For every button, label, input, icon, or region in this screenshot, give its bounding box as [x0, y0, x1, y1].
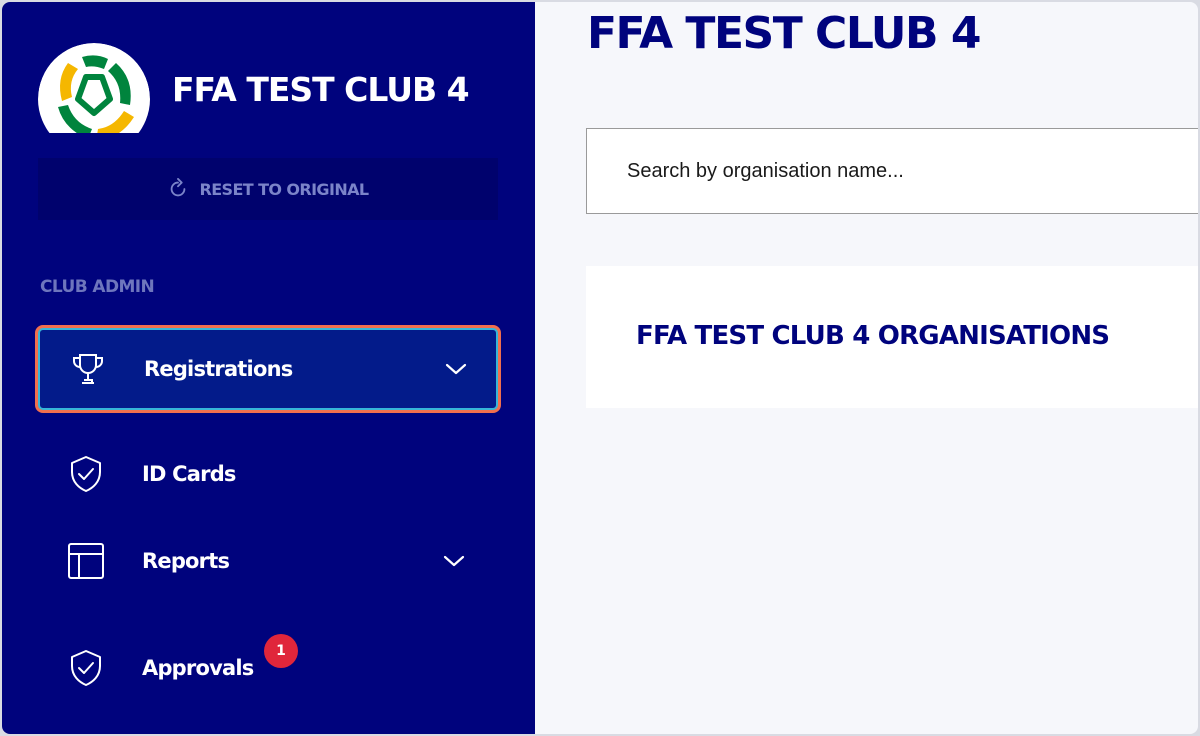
sidebar: FFA TEST CLUB 4 RESET TO ORIGINAL CLUB A… [2, 2, 535, 734]
club-name: FFA TEST CLUB 4 [172, 70, 470, 109]
chevron-down-icon[interactable] [442, 355, 470, 383]
main-content: FFA TEST CLUB 4 FFA TEST CLUB 4 ORGANISA… [535, 2, 1198, 734]
refresh-icon [171, 178, 186, 197]
trophy-icon [72, 354, 104, 384]
reset-label: RESET TO ORIGINAL [199, 179, 369, 199]
table-layout-icon [68, 543, 104, 579]
sidebar-item-label: Registrations [144, 357, 293, 381]
sidebar-item-registrations[interactable]: Registrations [38, 328, 498, 410]
shield-check-icon [71, 650, 101, 686]
app-window: FFA TEST CLUB 4 RESET TO ORIGINAL CLUB A… [2, 2, 1198, 734]
club-logo [38, 43, 150, 133]
chevron-down-icon[interactable] [440, 547, 468, 575]
sidebar-item-reports[interactable]: Reports [38, 520, 498, 602]
organisations-card-title: FFA TEST CLUB 4 ORGANISATIONS [636, 321, 1110, 351]
sidebar-item-label: ID Cards [142, 462, 236, 486]
sidebar-item-label: Approvals [142, 656, 254, 680]
sidebar-item-id-cards[interactable]: ID Cards [38, 433, 498, 515]
sidebar-item-label: Reports [142, 549, 230, 573]
approvals-count-badge: 1 [264, 634, 298, 668]
organisations-card: FFA TEST CLUB 4 ORGANISATIONS [586, 266, 1198, 408]
organisation-search [586, 128, 1198, 214]
page-title: FFA TEST CLUB 4 [587, 8, 982, 59]
reset-to-original-button[interactable]: RESET TO ORIGINAL [38, 158, 498, 220]
search-input[interactable] [587, 129, 1198, 213]
section-label-club-admin: CLUB ADMIN [40, 277, 155, 297]
shield-check-icon [71, 456, 101, 492]
